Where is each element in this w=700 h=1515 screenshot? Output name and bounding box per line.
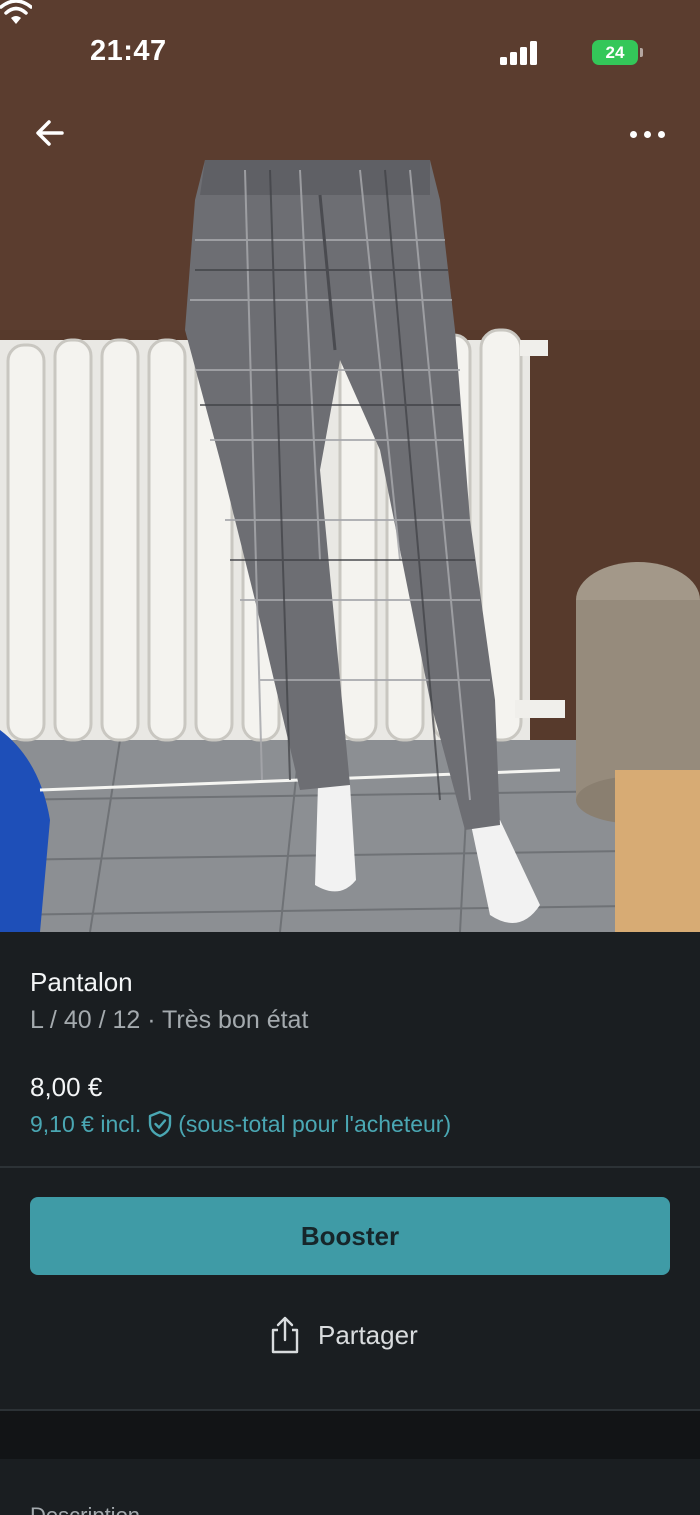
actions-panel: Booster Partager <box>0 1168 700 1409</box>
signal-icon <box>500 41 538 65</box>
item-title: Pantalon <box>30 967 133 997</box>
battery-charging-icon: 24 <box>592 40 643 65</box>
description-heading: Description <box>30 1503 140 1515</box>
back-button[interactable] <box>30 112 72 154</box>
boost-button[interactable]: Booster <box>30 1197 670 1275</box>
share-label: Partager <box>318 1319 418 1350</box>
shield-check-icon <box>149 1110 172 1138</box>
section-spacer <box>0 1411 700 1459</box>
battery-level: 24 <box>605 43 625 62</box>
status-time: 21:47 <box>90 35 167 67</box>
status-bar: 21:47 24 <box>0 0 700 100</box>
description-card: Description <box>0 1459 700 1515</box>
more-options-button[interactable] <box>622 118 672 150</box>
buyer-price: 9,10 € incl. <box>30 1110 142 1137</box>
item-size-condition: L / 40 / 12 · Très bon état <box>30 1006 309 1034</box>
more-options-icon <box>630 131 637 138</box>
share-icon <box>271 1316 299 1354</box>
back-arrow-icon <box>36 120 64 146</box>
item-details-panel: Pantalon L / 40 / 12 · Très bon état 8,0… <box>0 932 700 1167</box>
wifi-icon <box>0 0 32 24</box>
item-price: 8,00 € <box>30 1072 103 1102</box>
product-photo-illustration <box>0 0 700 932</box>
share-button[interactable]: Partager <box>268 1313 418 1357</box>
buyer-price-link[interactable]: 9,10 € incl. (sous-total pour l'acheteur… <box>30 1110 451 1138</box>
product-photo[interactable]: 21:47 24 <box>0 0 700 932</box>
buyer-subtotal-note: (sous-total pour l'acheteur) <box>178 1110 452 1137</box>
